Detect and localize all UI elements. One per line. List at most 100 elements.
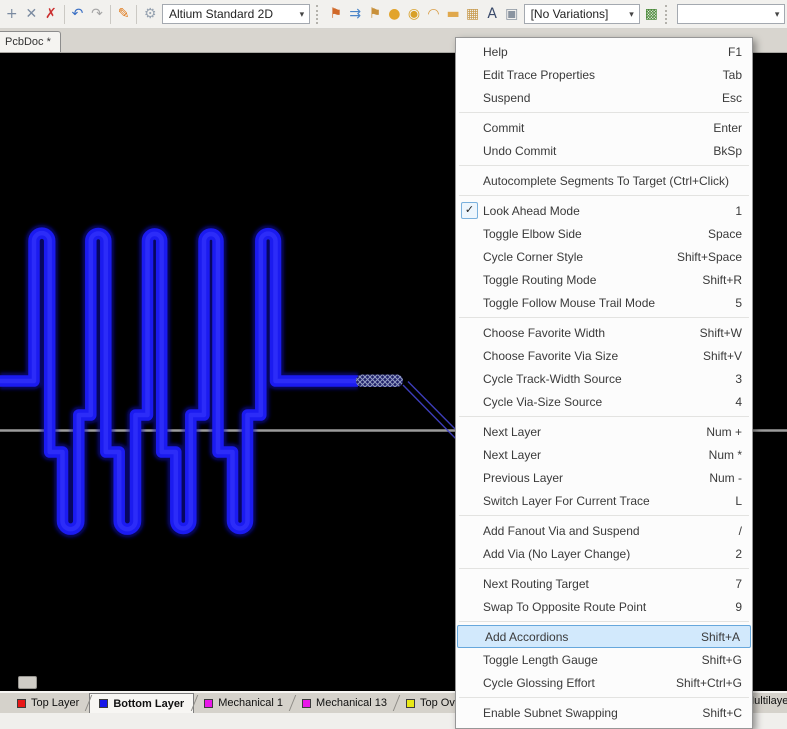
origin-marker-icon[interactable]: + [2,3,22,25]
menu-item-label: Toggle Follow Mouse Trail Mode [483,296,725,310]
string-text-icon[interactable]: A [482,3,502,25]
menu-item-next-layer[interactable]: Next LayerNum + [456,420,752,443]
menu-item-look-ahead-mode[interactable]: ✓ Look Ahead Mode 1 [456,199,752,222]
menu-item-switch-layer-for-current-trace[interactable]: Switch Layer For Current TraceL [456,489,752,512]
menu-item-cycle-track-width-source[interactable]: Cycle Track-Width Source3 [456,367,752,390]
menu-item-label: Swap To Opposite Route Point [483,600,725,614]
menu-separator [459,195,749,196]
menu-item-help[interactable]: HelpF1 [456,40,752,63]
variations-dropdown[interactable]: [No Variations]▾ [524,4,640,24]
menu-item-commit[interactable]: CommitEnter [456,116,752,139]
menu-item-label: Add Accordions [485,630,691,644]
chevron-down-icon[interactable]: ▾ [625,9,639,20]
menu-item-add-accordions[interactable]: Add Accordions Shift+A [457,625,751,648]
delete-segment-icon[interactable]: ✗ [41,3,61,25]
view-configuration-dropdown[interactable]: Altium Standard 2D▾ [162,4,310,24]
interactive-routing-icon[interactable]: ⚑ [326,3,346,25]
menu-item-gutter: ✓ [456,202,483,219]
menu-item-shortcut: 7 [735,577,742,591]
component-icon[interactable]: ▣ [502,3,522,25]
menu-item-label: Look Ahead Mode [483,204,725,218]
extra-dropdown[interactable]: ▾ [677,4,785,24]
menu-item-choose-favorite-width[interactable]: Choose Favorite Width Shift+W [456,321,752,344]
fill-icon[interactable]: ▬ [443,3,463,25]
arc-icon[interactable]: ◠ [424,3,444,25]
horizontal-scrollbar-thumb[interactable] [18,676,37,689]
menu-item-toggle-elbow-side[interactable]: Toggle Elbow SideSpace [456,222,752,245]
layer-color-swatch [17,699,26,708]
menu-item-add-fanout-via-and-suspend[interactable]: Add Fanout Via and Suspend/ [456,519,752,542]
menu-item-cycle-corner-style[interactable]: Cycle Corner StyleShift+Space [456,245,752,268]
menu-item-shortcut: Enter [713,121,742,135]
menu-item-label: Add Via (No Layer Change) [483,547,725,561]
layer-tab-label: Bottom Layer [113,698,184,710]
menu-item-shortcut: 1 [735,204,742,218]
layer-tab-label: Mechanical 1 [218,697,283,709]
break-track-icon[interactable]: ✕ [22,3,42,25]
menu-item-shortcut: Shift+R [702,273,742,287]
menu-item-toggle-follow-mouse-trail-mode[interactable]: Toggle Follow Mouse Trail Mode5 [456,291,752,314]
fanout-icon[interactable]: ⇉ [346,3,366,25]
menu-item-label: Choose Favorite Width [483,326,690,340]
menu-item-shortcut: Num - [709,471,742,485]
context-menu: HelpF1Edit Trace PropertiesTabSuspendEsc… [455,37,753,729]
menu-item-edit-trace-properties[interactable]: Edit Trace PropertiesTab [456,63,752,86]
checkmark-icon: ✓ [461,202,478,219]
diff-pair-routing-icon[interactable]: ⚑ [365,3,385,25]
layer-color-swatch [99,699,108,708]
toolbar-separator [64,5,65,24]
measure-pen-icon[interactable]: ✎ [114,3,134,25]
toolbar-grip [665,5,671,24]
menu-item-toggle-routing-mode[interactable]: Toggle Routing Mode Shift+R [456,268,752,291]
menu-item-label: Next Layer [483,425,696,439]
layer-tab-mechanical-1[interactable]: Mechanical 1 [195,693,292,713]
document-tab[interactable]: PcbDoc * [0,31,61,52]
layer-tab-top-layer[interactable]: Top Layer [8,693,88,713]
variant-component-icon[interactable]: ▩ [642,3,662,25]
layer-tab-bottom-layer[interactable]: Bottom Layer [89,693,194,713]
menu-separator [459,317,749,318]
menu-item-next-routing-target[interactable]: Next Routing Target7 [456,572,752,595]
menu-item-suspend[interactable]: SuspendEsc [456,86,752,109]
toolbar-grip [316,5,322,24]
redo-icon[interactable]: ↷ [87,3,107,25]
menu-item-next-layer[interactable]: Next LayerNum * [456,443,752,466]
menu-separator [459,621,749,622]
menu-item-shortcut: Shift+Space [677,250,742,264]
menu-item-shortcut: Space [708,227,742,241]
pad-icon[interactable]: ● [385,3,405,25]
accordion-trace[interactable] [0,233,358,529]
layer-color-swatch [302,699,311,708]
menu-item-cycle-via-size-source[interactable]: Cycle Via-Size Source4 [456,390,752,413]
menu-item-shortcut: 2 [735,547,742,561]
menu-item-autocomplete-segments-to-target-ctrl-click[interactable]: Autocomplete Segments To Target (Ctrl+Cl… [456,169,752,192]
menu-item-label: Toggle Length Gauge [483,653,692,667]
menu-item-swap-to-opposite-route-point[interactable]: Swap To Opposite Route Point9 [456,595,752,618]
chevron-down-icon[interactable]: ▾ [295,9,309,20]
chevron-down-icon[interactable]: ▾ [770,9,784,20]
gear-icon[interactable]: ⚙ [140,3,160,25]
menu-item-shortcut: Num * [709,448,742,462]
hatched-routing-segment[interactable] [356,375,403,388]
menu-item-previous-layer[interactable]: Previous LayerNum - [456,466,752,489]
main-toolbar: +✕✗↶↷✎⚙Altium Standard 2D▾⚑⇉⚑●◉◠▬▦A▣[No … [0,0,787,29]
menu-item-shortcut: BkSp [713,144,742,158]
menu-item-label: Toggle Routing Mode [483,273,692,287]
menu-item-shortcut: Tab [723,68,742,82]
menu-item-toggle-length-gauge[interactable]: Toggle Length Gauge Shift+G [456,648,752,671]
pad-array-icon[interactable]: ▦ [463,3,483,25]
menu-item-add-via-no-layer-change[interactable]: Add Via (No Layer Change) 2 [456,542,752,565]
menu-item-undo-commit[interactable]: Undo CommitBkSp [456,139,752,162]
menu-item-shortcut: Shift+G [702,653,742,667]
menu-item-choose-favorite-via-size[interactable]: Choose Favorite Via SizeShift+V [456,344,752,367]
toolbar-separator [136,5,137,24]
menu-item-shortcut: F1 [728,45,742,59]
menu-item-shortcut: Shift+W [700,326,742,340]
undo-icon[interactable]: ↶ [68,3,88,25]
menu-item-shortcut: Shift+A [701,630,740,644]
menu-separator [459,697,749,698]
via-icon[interactable]: ◉ [404,3,424,25]
menu-item-cycle-glossing-effort[interactable]: Cycle Glossing EffortShift+Ctrl+G [456,671,752,694]
menu-item-label: Cycle Via-Size Source [483,395,725,409]
layer-tab-mechanical-13[interactable]: Mechanical 13 [293,693,396,713]
